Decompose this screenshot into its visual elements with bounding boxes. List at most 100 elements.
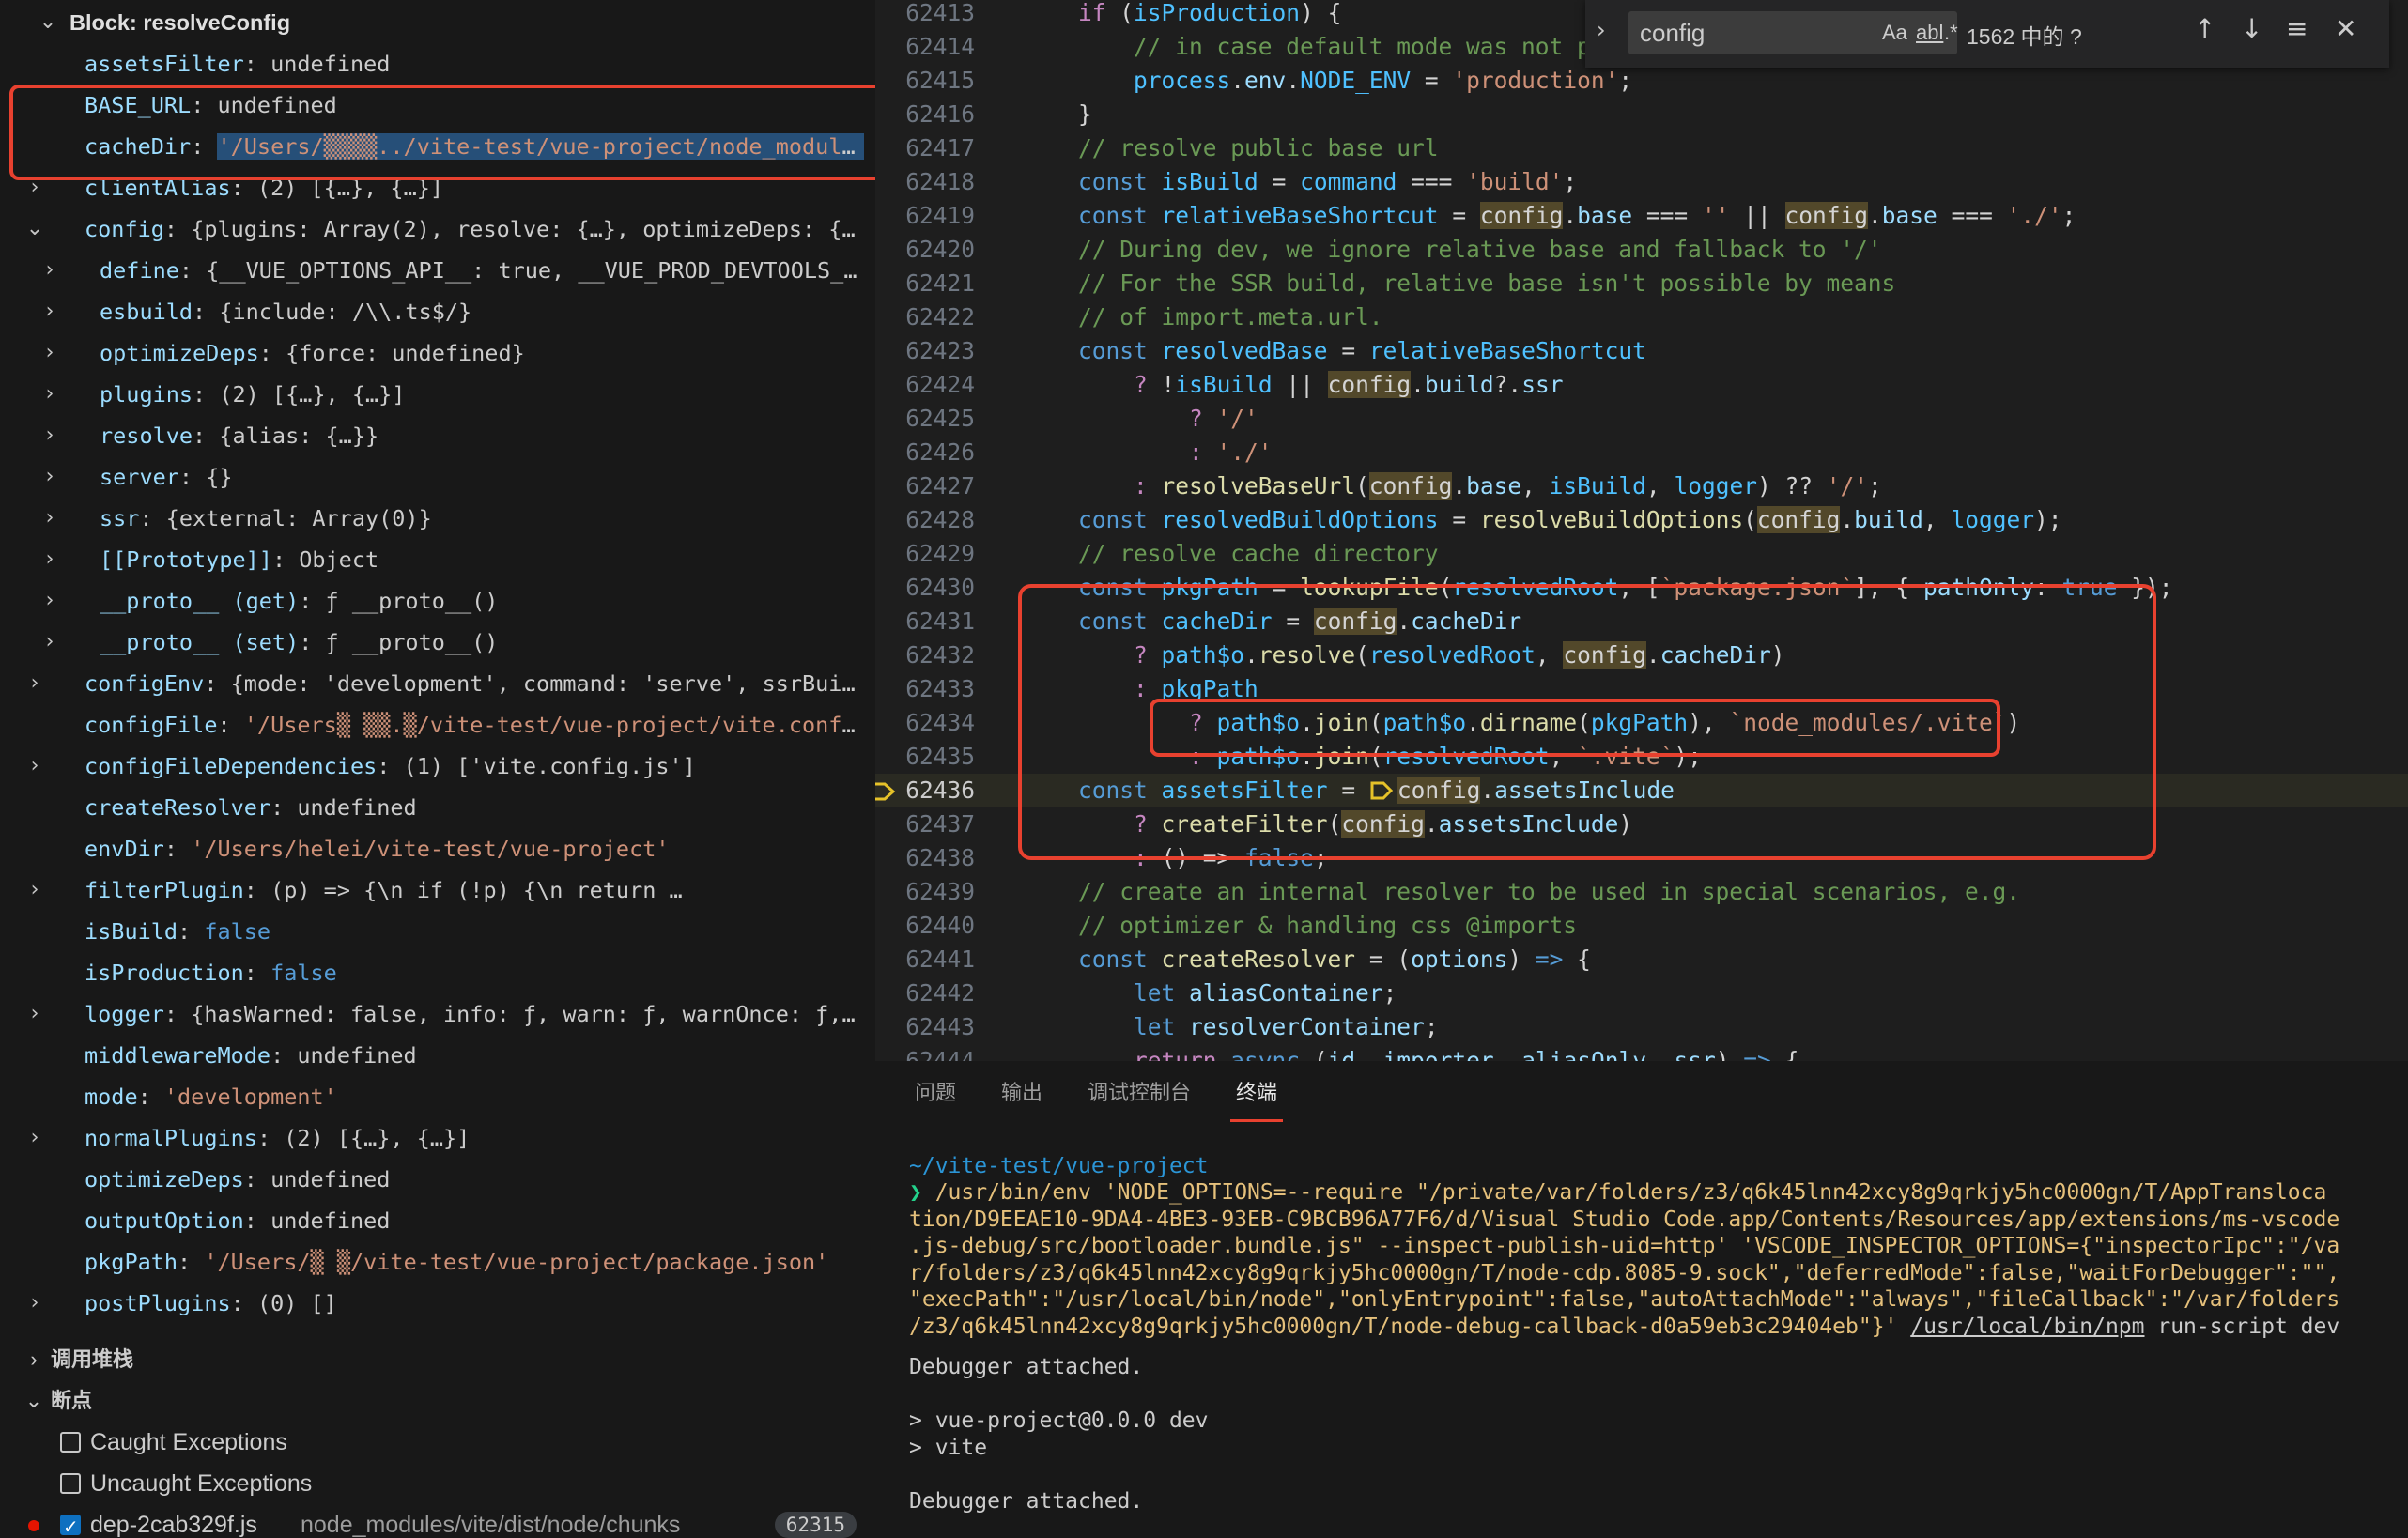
line-number[interactable]: 62418 bbox=[875, 165, 975, 199]
variable-row[interactable]: middlewareMode: undefined bbox=[0, 1035, 875, 1076]
variable-row[interactable]: pkgPath: '/Users/▒ ▒/vite-test/vue-proje… bbox=[0, 1241, 875, 1283]
line-number[interactable]: 62432 bbox=[875, 638, 975, 672]
code-line[interactable]: 62435 : path$o.join(resolvedRoot, `.vite… bbox=[875, 740, 2408, 774]
code-line[interactable]: 62426 : './' bbox=[875, 436, 2408, 469]
line-number[interactable]: 62439 bbox=[875, 875, 975, 909]
line-number[interactable]: 62421 bbox=[875, 267, 975, 300]
variable-row[interactable]: assetsFilter: undefined bbox=[0, 43, 875, 85]
chevron-right-icon[interactable]: › bbox=[24, 167, 45, 208]
code-line[interactable]: 62444 return async (id, importer, aliasO… bbox=[875, 1044, 2408, 1061]
selection-icon[interactable]: ≡ bbox=[2286, 13, 2308, 44]
code-line[interactable]: 62415 process.env.NODE_ENV = 'production… bbox=[875, 64, 2408, 98]
line-number[interactable]: 62417 bbox=[875, 131, 975, 165]
chevron-right-icon[interactable]: › bbox=[24, 1117, 45, 1159]
line-number[interactable]: 62442 bbox=[875, 977, 975, 1010]
variable-row[interactable]: optimizeDeps: undefined bbox=[0, 1159, 875, 1200]
chevron-right-icon[interactable]: › bbox=[39, 415, 60, 456]
variable-row[interactable]: › optimizeDeps: {force: undefined} bbox=[0, 332, 875, 374]
chevron-right-icon[interactable]: › bbox=[39, 539, 60, 580]
line-number[interactable]: 62415 bbox=[875, 64, 975, 98]
breakpoint-caught-exceptions[interactable]: Caught Exceptions bbox=[0, 1422, 875, 1463]
line-number[interactable]: 62434 bbox=[875, 706, 975, 740]
toggle-replace-icon[interactable]: › bbox=[1597, 17, 1606, 43]
code-line[interactable]: 62429 // resolve cache directory bbox=[875, 537, 2408, 571]
uncaught-exceptions-checkbox[interactable] bbox=[60, 1473, 81, 1494]
variable-row[interactable]: › __proto__ (set): ƒ __proto__() bbox=[0, 622, 875, 663]
tab-debug-console[interactable]: 调试控制台 bbox=[1088, 1074, 1191, 1112]
code-editor[interactable]: 62413 if (isProduction) {62414 // in case… bbox=[875, 0, 2408, 1061]
current-breakpoint-icon[interactable] bbox=[875, 781, 896, 802]
line-number[interactable]: 62413 bbox=[875, 0, 975, 30]
chevron-down-icon[interactable]: ⌄ bbox=[24, 208, 45, 250]
call-stack-section-header[interactable]: › 调用堆栈 bbox=[0, 1339, 875, 1380]
code-line[interactable]: 62430 const pkgPath = lookupFile(resolved… bbox=[875, 571, 2408, 605]
variable-row[interactable]: › postPlugins: (0) [] bbox=[0, 1283, 875, 1324]
code-line[interactable]: 62428 const resolvedBuildOptions = resolv… bbox=[875, 503, 2408, 537]
line-number[interactable]: 62426 bbox=[875, 436, 975, 469]
variable-row[interactable]: › logger: {hasWarned: false, info: ƒ, war… bbox=[0, 993, 875, 1035]
chevron-right-icon[interactable]: › bbox=[39, 291, 60, 332]
chevron-right-icon[interactable]: › bbox=[39, 580, 60, 622]
variable-row[interactable]: createResolver: undefined bbox=[0, 787, 875, 828]
chevron-right-icon[interactable]: › bbox=[24, 993, 45, 1035]
chevron-right-icon[interactable]: › bbox=[39, 250, 60, 291]
code-line[interactable]: 62425 ? '/' bbox=[875, 402, 2408, 436]
code-line[interactable]: 62424 ? !isBuild || config.build?.ssr bbox=[875, 368, 2408, 402]
chevron-right-icon[interactable]: › bbox=[39, 622, 60, 663]
variable-row[interactable]: › __proto__ (get): ƒ __proto__() bbox=[0, 580, 875, 622]
code-line[interactable]: 62422 // of import.meta.url. bbox=[875, 300, 2408, 334]
variable-row[interactable]: › normalPlugins: (2) [{…}, {…}] bbox=[0, 1117, 875, 1159]
chevron-right-icon[interactable]: › bbox=[24, 746, 45, 787]
npm-path-link[interactable]: /usr/local/bin/npm bbox=[1910, 1315, 2144, 1339]
code-line[interactable]: 62443 let resolverContainer; bbox=[875, 1010, 2408, 1044]
chevron-right-icon[interactable]: › bbox=[24, 663, 45, 704]
variable-row[interactable]: configFile: '/Users▒ ▒▒.▒/vite-test/vue-… bbox=[0, 704, 875, 746]
arrow-up-icon[interactable]: ↑ bbox=[2194, 13, 2215, 44]
line-number[interactable]: 62424 bbox=[875, 368, 975, 402]
variable-row[interactable]: envDir: '/Users/helei/vite-test/vue-proj… bbox=[0, 828, 875, 869]
variable-row[interactable]: cacheDir: '/Users/▒▒▒▒../vite-test/vue-p… bbox=[0, 126, 875, 167]
use-regex-icon[interactable]: .* bbox=[1944, 21, 1958, 45]
code-line[interactable]: 62442 let aliasContainer; bbox=[875, 977, 2408, 1010]
code-line[interactable]: 62416} bbox=[875, 98, 2408, 131]
code-line[interactable]: 62437 ? createFilter(config.assetsInclud… bbox=[875, 807, 2408, 841]
code-line[interactable]: 62420 // During dev, we ignore relative b… bbox=[875, 233, 2408, 267]
chevron-right-icon[interactable]: › bbox=[39, 456, 60, 498]
code-line[interactable]: 62441 const createResolver = (options) =>… bbox=[875, 943, 2408, 977]
code-line[interactable]: 62440 // optimizer & handling css @import… bbox=[875, 909, 2408, 943]
match-case-icon[interactable]: Aa bbox=[1882, 21, 1907, 45]
chevron-right-icon[interactable]: › bbox=[39, 374, 60, 415]
code-line-current[interactable]: 62436 const assetsFilter = config.assetsI… bbox=[875, 774, 2408, 807]
line-number[interactable]: 62425 bbox=[875, 402, 975, 436]
breakpoint-enabled-checkbox[interactable] bbox=[60, 1506, 81, 1538]
code-line[interactable]: 62439 // create an internal resolver to b… bbox=[875, 875, 2408, 909]
variable-row[interactable]: › define: {__VUE_OPTIONS_API__: true, __V… bbox=[0, 250, 875, 291]
code-line[interactable]: 62427 : resolveBaseUrl(config.base, isBu… bbox=[875, 469, 2408, 503]
line-number[interactable]: 62419 bbox=[875, 199, 975, 233]
tab-terminal[interactable]: 终端 bbox=[1236, 1074, 1277, 1112]
tab-output[interactable]: 输出 bbox=[1001, 1074, 1042, 1112]
line-number[interactable]: 62420 bbox=[875, 233, 975, 267]
line-number[interactable]: 62414 bbox=[875, 30, 975, 64]
code-line[interactable]: 62438 : () => false; bbox=[875, 841, 2408, 875]
variable-row[interactable]: › configEnv: {mode: 'development', comman… bbox=[0, 663, 875, 704]
chevron-right-icon[interactable]: › bbox=[24, 869, 45, 911]
line-number[interactable]: 62440 bbox=[875, 909, 975, 943]
inline-breakpoint-icon[interactable] bbox=[1369, 777, 1397, 804]
variable-row[interactable]: ⌄ config: {plugins: Array(2), resolve: {…… bbox=[0, 208, 875, 250]
line-number[interactable]: 62416 bbox=[875, 98, 975, 131]
code-line[interactable]: 62433 : pkgPath bbox=[875, 672, 2408, 706]
code-line[interactable]: 62419 const relativeBaseShortcut = config… bbox=[875, 199, 2408, 233]
code-line[interactable]: 62432 ? path$o.resolve(resolvedRoot, con… bbox=[875, 638, 2408, 672]
caught-exceptions-checkbox[interactable] bbox=[60, 1432, 81, 1453]
variable-row[interactable]: isBuild: false bbox=[0, 911, 875, 952]
line-number[interactable]: 62423 bbox=[875, 334, 975, 368]
code-line[interactable]: 62418 const isBuild = command === 'build'… bbox=[875, 165, 2408, 199]
variable-row[interactable]: BASE_URL: undefined bbox=[0, 85, 875, 126]
variables-block-header[interactable]: ⌄ Block: resolveConfig bbox=[0, 2, 875, 43]
chevron-right-icon[interactable]: › bbox=[39, 332, 60, 374]
breakpoint-uncaught-exceptions[interactable]: Uncaught Exceptions bbox=[0, 1463, 875, 1504]
chevron-down-icon[interactable]: ⌄ bbox=[38, 2, 58, 43]
code-line[interactable]: 62421 // For the SSR build, relative base… bbox=[875, 267, 2408, 300]
line-number[interactable]: 62428 bbox=[875, 503, 975, 537]
